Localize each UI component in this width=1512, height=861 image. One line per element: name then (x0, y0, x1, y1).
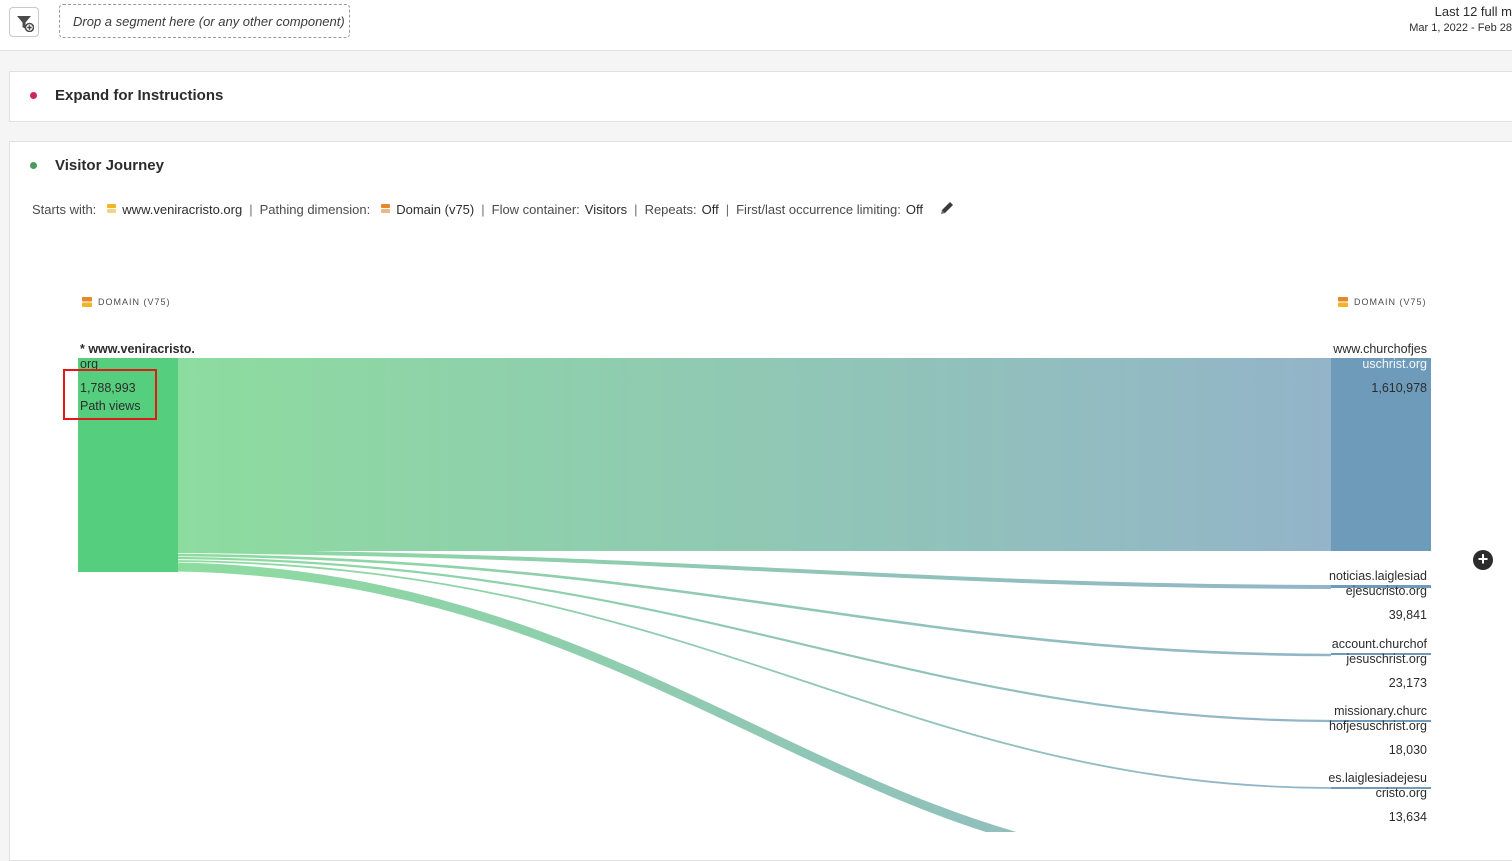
destination-name-cont: hofjesuschrist.org (1329, 719, 1427, 733)
destination-name-cont: cristo.org (1375, 786, 1427, 800)
destination-label-account: account.churchof jesuschrist.org 23,173 (1297, 636, 1427, 691)
destination-label-noticias: noticias.laiglesiad ejesucristo.org 39,8… (1297, 568, 1427, 623)
flow-band-other[interactable] (177, 562, 1120, 832)
destination-label-main: www.churchofjes uschrist.org 1,610,978 (1297, 341, 1427, 396)
destination-name: account.churchof (1331, 637, 1427, 651)
destination-label-missionary: missionary.churc hofjesuschrist.org 18,0… (1297, 703, 1427, 758)
destination-name: missionary.churc (1334, 704, 1427, 718)
destination-value: 1,610,978 (1371, 381, 1427, 395)
destination-value: 39,841 (1388, 608, 1427, 622)
destination-name: www.churchofjes (1333, 342, 1427, 356)
dimension-icon (1338, 297, 1348, 307)
column-header-label: DOMAIN (V75) (1354, 297, 1427, 307)
destination-value: 18,030 (1388, 743, 1427, 757)
destination-name-cont: jesuschrist.org (1346, 652, 1427, 666)
flow-diagram (78, 358, 1431, 832)
column-header-label: DOMAIN (V75) (98, 297, 171, 307)
destination-value: 13,634 (1388, 810, 1427, 824)
dimension-icon (82, 297, 92, 307)
destination-name: es.laiglesiadejesu (1328, 771, 1427, 785)
highlight-annotation-box (63, 369, 157, 420)
left-column-header[interactable]: DOMAIN (V75) (81, 296, 171, 308)
destination-label-es: es.laiglesiadejesu cristo.org 13,634 (1297, 770, 1427, 825)
add-column-plus-icon[interactable]: + (1473, 550, 1493, 570)
start-node-name: * www.veniracristo. (80, 342, 195, 356)
flow-band-es[interactable] (177, 560, 1332, 789)
right-column-header[interactable]: DOMAIN (V75) (1337, 296, 1427, 308)
destination-name: noticias.laiglesiad (1329, 569, 1427, 583)
destination-name-cont: uschrist.org (1362, 357, 1427, 371)
destination-name-cont: ejesucristo.org (1345, 584, 1427, 598)
flow-band-main[interactable] (178, 358, 1331, 551)
destination-value: 23,173 (1388, 676, 1427, 690)
